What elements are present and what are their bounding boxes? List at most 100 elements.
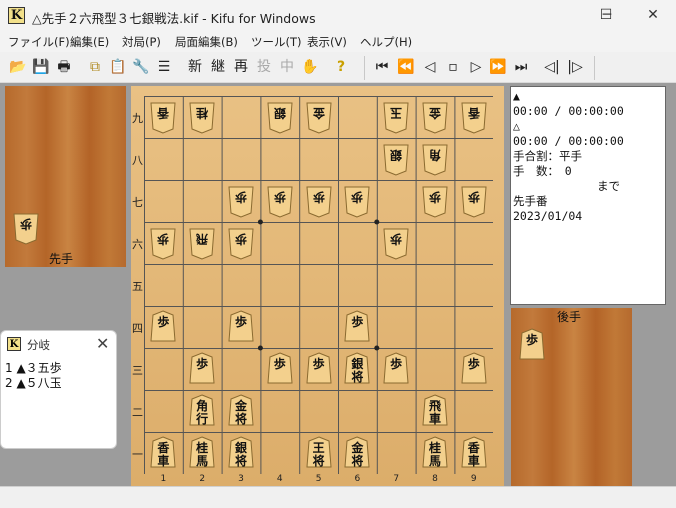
maximize-button[interactable]: ☐ — [583, 0, 629, 31]
new-game-button[interactable]: 新 — [186, 58, 204, 76]
shogi-piece[interactable]: 歩 — [461, 352, 487, 386]
title-bar[interactable]: K △先手２六飛型３七銀戦法.kif - Kifu for Windows ─ … — [0, 0, 676, 31]
file-label: 2 — [199, 474, 206, 484]
branch-panel-header[interactable]: K 分岐 ✕ — [1, 331, 116, 357]
shogi-piece[interactable]: 歩 — [228, 226, 254, 260]
gote-piece-stand[interactable]: 後手 歩 — [511, 308, 632, 486]
menu-position-edit[interactable]: 局面編集(B) — [175, 34, 238, 50]
toolbar: 📂 💾 🖶 ⧉ 📋 🔧 ☰ 新 継 再 投 中 ✋ ? ⏮ ⏪ ◁ ▫ ▷ ⏩ … — [0, 52, 676, 83]
shogi-piece[interactable]: 銀 将 — [344, 352, 370, 386]
open-folder-icon[interactable]: 📂 — [9, 58, 27, 76]
shogi-piece[interactable]: 歩 — [383, 352, 409, 386]
shogi-piece[interactable]: 桂 馬 — [422, 436, 448, 470]
shogi-piece[interactable]: 銀 — [383, 142, 409, 176]
file-label: 7 — [393, 474, 400, 484]
file-label: 3 — [238, 474, 244, 484]
shogi-piece[interactable]: 歩 — [344, 184, 370, 218]
shogi-piece[interactable]: 桂 馬 — [189, 436, 215, 470]
shogi-piece[interactable]: 金 将 — [344, 436, 370, 470]
shogi-piece[interactable]: 歩 — [150, 226, 176, 260]
piece-label: 歩 — [273, 357, 286, 371]
shogi-piece[interactable]: 歩 — [189, 352, 215, 386]
continue-button[interactable]: 継 — [209, 58, 227, 76]
menu-tools[interactable]: ツール(T) — [251, 34, 302, 50]
close-button[interactable]: ✕ — [630, 0, 676, 31]
shogi-piece[interactable]: 香 — [461, 100, 487, 134]
shogi-piece[interactable]: 歩 — [267, 352, 293, 386]
piece-label: 金 将 — [351, 441, 364, 468]
piece-label: 飛 車 — [428, 399, 441, 426]
forward-one-icon[interactable]: ▷ — [467, 58, 485, 76]
rank-label: 八 — [132, 154, 143, 167]
shogi-piece[interactable]: 歩 — [267, 184, 293, 218]
shogi-piece[interactable]: 飛 車 — [422, 394, 448, 428]
shogi-piece[interactable]: 歩 — [306, 352, 332, 386]
turn-text: 先手番 — [513, 194, 548, 208]
shogi-piece[interactable]: 歩 — [344, 310, 370, 344]
shogi-piece[interactable]: 桂 — [189, 100, 215, 134]
copy-icon[interactable]: ⧉ — [86, 58, 104, 76]
back-ten-icon[interactable]: ⏪ — [397, 58, 415, 76]
piece-label: 角 — [429, 148, 442, 162]
shogi-piece[interactable]: 金 — [306, 100, 332, 134]
pause-button[interactable]: 中 — [278, 58, 296, 76]
shogi-piece[interactable]: 歩 — [306, 184, 332, 218]
shogi-piece[interactable]: 歩 — [461, 184, 487, 218]
close-icon[interactable]: ✕ — [96, 334, 109, 353]
last-move-icon[interactable]: ⏭ — [512, 58, 530, 76]
shogi-piece[interactable]: 歩 — [422, 184, 448, 218]
branch-back-icon[interactable]: ◁| — [543, 58, 561, 76]
branch-forward-icon[interactable]: |▷ — [566, 58, 584, 76]
menu-game[interactable]: 対局(P) — [122, 34, 161, 50]
shogi-piece[interactable]: 歩 — [383, 226, 409, 260]
save-icon[interactable]: 💾 — [32, 58, 50, 76]
piece-label: 銀 — [273, 106, 286, 120]
piece-label: 歩 — [196, 357, 209, 371]
shogi-piece[interactable]: 歩 — [519, 328, 545, 362]
menu-help[interactable]: ヘルプ(H) — [360, 34, 412, 50]
status-bar — [0, 486, 676, 508]
piece-label: 玉 — [390, 106, 403, 120]
branch-item[interactable]: 2 ▲５八玉 — [5, 374, 62, 391]
sente-piece-stand[interactable]: 歩 先手 — [5, 86, 126, 267]
piece-label: 銀 将 — [234, 441, 247, 468]
first-move-icon[interactable]: ⏮ — [373, 58, 391, 76]
piece-label: 歩 — [157, 315, 170, 329]
shogi-piece[interactable]: 銀 将 — [228, 436, 254, 470]
piece-label: 歩 — [467, 357, 480, 371]
shogi-piece[interactable]: 香 — [150, 100, 176, 134]
shogi-piece[interactable]: 歩 — [13, 211, 39, 245]
resign-button[interactable]: 投 — [255, 58, 273, 76]
menu-edit[interactable]: 編集(E) — [70, 34, 109, 50]
shogi-piece[interactable]: 金 — [422, 100, 448, 134]
black-clock: 00:00 / 00:00:00 — [513, 104, 624, 118]
shogi-piece[interactable]: 香 車 — [461, 436, 487, 470]
shogi-piece[interactable]: 歩 — [150, 310, 176, 344]
shogi-piece[interactable]: 歩 — [228, 310, 254, 344]
shogi-piece[interactable]: 金 将 — [228, 394, 254, 428]
piece-label: 香 — [157, 106, 170, 120]
shogi-piece[interactable]: 角 行 — [189, 394, 215, 428]
piece-label: 桂 馬 — [196, 441, 209, 468]
white-turn-mark: △ — [513, 119, 520, 133]
shogi-piece[interactable]: 歩 — [228, 184, 254, 218]
shogi-piece[interactable]: 銀 — [267, 100, 293, 134]
shogi-piece[interactable]: 角 — [422, 142, 448, 176]
shogi-piece[interactable]: 玉 — [383, 100, 409, 134]
shogi-piece[interactable]: 飛 — [189, 226, 215, 260]
menu-file[interactable]: ファイル(F) — [8, 34, 70, 50]
menu-view[interactable]: 表示(V) — [307, 34, 347, 50]
shogi-piece[interactable]: 王 将 — [306, 436, 332, 470]
help-icon[interactable]: ? — [332, 58, 350, 76]
replay-button[interactable]: 再 — [232, 58, 250, 76]
print-icon[interactable]: 🖶 — [55, 58, 73, 76]
stop-icon[interactable]: ▫ — [444, 58, 462, 76]
shogi-piece[interactable]: 香 車 — [150, 436, 176, 470]
forward-ten-icon[interactable]: ⏩ — [489, 58, 507, 76]
paste-icon[interactable]: 📋 — [109, 58, 127, 76]
branch-panel: K 分岐 ✕ 1 ▲３五歩 2 ▲５八玉 — [0, 330, 117, 449]
list-icon[interactable]: ☰ — [155, 58, 173, 76]
back-one-icon[interactable]: ◁ — [421, 58, 439, 76]
hand-icon[interactable]: ✋ — [301, 58, 319, 76]
settings-icon[interactable]: 🔧 — [132, 58, 150, 76]
